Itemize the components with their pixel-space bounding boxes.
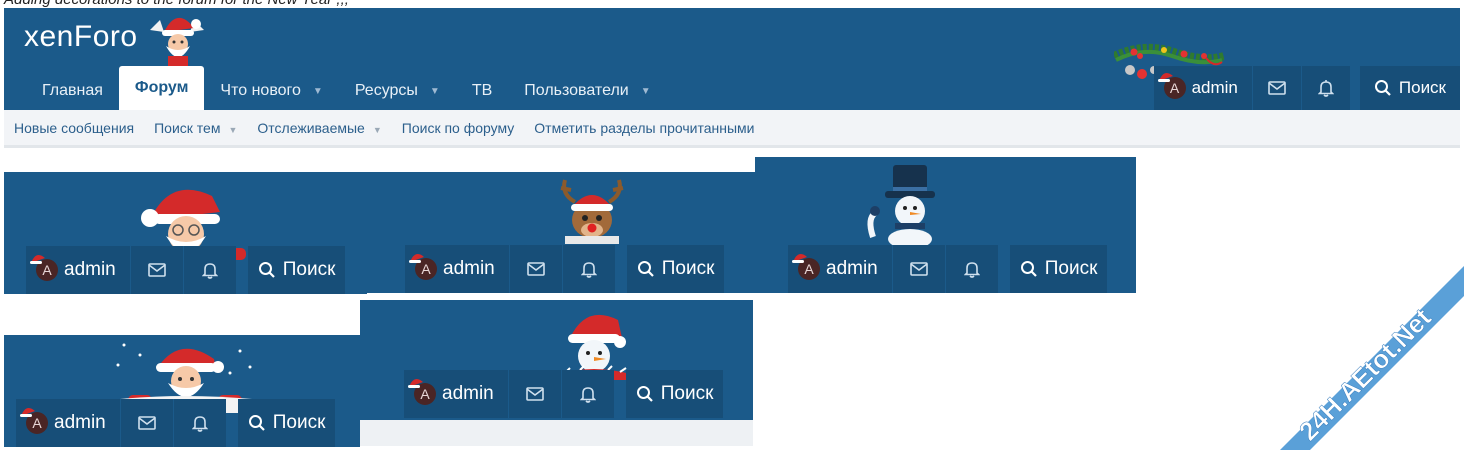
avatar: A <box>30 254 58 281</box>
variant-panel-bottom-strip <box>360 420 753 446</box>
tab-tv[interactable]: ТВ <box>456 72 508 110</box>
bell-icon <box>580 262 597 278</box>
inbox-button[interactable] <box>119 399 173 447</box>
search-icon <box>1020 261 1037 277</box>
santa-hat-icon <box>792 253 807 263</box>
alerts-button[interactable] <box>561 245 615 293</box>
user-menu-button[interactable]: A admin <box>26 246 130 294</box>
subnav-watched[interactable]: Отслеживаемые ▼ <box>257 120 381 136</box>
tab-resources[interactable]: Ресурсы ▼ <box>339 72 456 110</box>
xenforo-logo[interactable]: xenForo <box>24 20 138 54</box>
chevron-down-icon[interactable]: ▼ <box>373 125 382 135</box>
search-button[interactable]: Поиск <box>1359 66 1460 110</box>
reindeer-mascot-icon <box>560 179 624 244</box>
santa-hat-icon <box>409 253 424 263</box>
envelope-icon <box>525 387 544 401</box>
alerts-button[interactable] <box>944 245 998 293</box>
username-label: admin <box>442 383 494 404</box>
inbox-button[interactable] <box>508 245 562 293</box>
santa-hat-icon <box>1157 72 1173 82</box>
search-button[interactable]: Поиск <box>625 370 724 418</box>
envelope-icon <box>526 262 545 276</box>
inbox-button[interactable] <box>1251 66 1301 110</box>
search-icon <box>636 386 653 402</box>
search-button[interactable]: Поиск <box>237 399 336 447</box>
chevron-down-icon[interactable]: ▼ <box>228 125 237 135</box>
santa-hat-icon <box>408 378 423 388</box>
inbox-button[interactable] <box>129 246 183 294</box>
username-label: admin <box>64 259 116 280</box>
subnav-new-posts[interactable]: Новые сообщения <box>14 120 134 136</box>
avatar: A <box>408 378 436 405</box>
avatar: A <box>20 407 48 434</box>
panel-user-bar: A admin Поиск <box>26 246 346 294</box>
santa-logo-icon <box>150 17 204 66</box>
variant-panel-santa-snowflakes: A admin Поиск <box>4 335 360 447</box>
envelope-icon <box>909 262 928 276</box>
chevron-down-icon[interactable]: ▼ <box>430 86 440 97</box>
alerts-button[interactable] <box>172 399 226 447</box>
envelope-icon <box>147 263 166 277</box>
panel-user-bar: A admin Поиск <box>404 370 724 418</box>
user-bar: A admin Поиск <box>1153 66 1460 110</box>
subnav-mark-read[interactable]: Отметить разделы прочитанными <box>534 120 754 136</box>
envelope-icon <box>1268 81 1286 95</box>
username-label: admin <box>443 258 495 279</box>
user-menu-button[interactable]: A admin <box>405 245 509 293</box>
envelope-icon <box>137 416 156 430</box>
santa-hat-icon <box>20 407 35 417</box>
tab-home[interactable]: Главная <box>26 72 119 110</box>
search-icon <box>258 262 275 278</box>
watermark-icon: 24H.AEtot.Net <box>1280 266 1464 450</box>
avatar: A <box>409 253 437 280</box>
inbox-button[interactable] <box>891 245 945 293</box>
alerts-button[interactable] <box>1300 66 1350 110</box>
tab-forum[interactable]: Форум <box>118 66 205 110</box>
bell-icon <box>1317 80 1334 97</box>
main-nav: Главная Форум Что нового ▼ Ресурсы ▼ ТВ По… <box>26 66 667 110</box>
search-button[interactable]: Поиск <box>247 246 346 294</box>
search-icon <box>1374 80 1391 96</box>
watermark-text: 24H.AEtot.Net <box>1293 302 1437 446</box>
avatar: A <box>792 253 820 280</box>
chevron-down-icon[interactable]: ▼ <box>641 86 651 97</box>
search-icon <box>637 261 654 277</box>
panel-user-bar: A admin Поиск <box>405 245 725 293</box>
tab-members[interactable]: Пользователи ▼ <box>508 72 666 110</box>
username-label: admin <box>1191 78 1238 97</box>
alerts-button[interactable] <box>560 370 614 418</box>
caption-text: Adding decorations to the forum for the … <box>4 0 349 8</box>
user-menu-button[interactable]: A admin <box>788 245 892 293</box>
subnav-search-forum[interactable]: Поиск по форуму <box>402 120 515 136</box>
tab-whats-new[interactable]: Что нового ▼ <box>204 72 338 110</box>
inbox-button[interactable] <box>507 370 561 418</box>
avatar: A <box>1157 72 1186 99</box>
search-button[interactable]: Поиск <box>626 245 725 293</box>
variant-panel-snowman-top-hat: A admin Поиск <box>755 157 1136 293</box>
bell-icon <box>191 416 208 432</box>
snowman-mascot-icon <box>867 165 935 245</box>
subnav-search-threads[interactable]: Поиск тем ▼ <box>154 120 237 136</box>
variant-panel-snowman-santa-hat: A admin Поиск <box>360 300 753 420</box>
username-label: admin <box>826 258 878 279</box>
main-header: xenForo Главная Форум Что нового ▼ Ресурс… <box>4 8 1460 110</box>
bell-icon <box>201 263 218 279</box>
panel-user-bar: A admin Поиск <box>788 245 1108 293</box>
variant-panel-santa: A admin Поиск <box>4 172 367 294</box>
user-menu-button[interactable]: A admin <box>404 370 508 418</box>
panel-user-bar: A admin Поиск <box>16 399 336 447</box>
bell-icon <box>963 262 980 278</box>
variant-panel-reindeer: A admin Поиск <box>367 172 755 293</box>
user-menu-button[interactable]: A admin <box>1153 66 1252 110</box>
user-menu-button[interactable]: A admin <box>16 399 120 447</box>
sub-navigation: Новые сообщения Поиск тем ▼ Отслеживаемые… <box>4 110 1460 148</box>
username-label: admin <box>54 412 106 433</box>
bell-icon <box>579 387 596 403</box>
santa-hat-icon <box>30 254 45 264</box>
alerts-button[interactable] <box>182 246 236 294</box>
search-icon <box>248 415 265 431</box>
search-button[interactable]: Поиск <box>1009 245 1108 293</box>
chevron-down-icon[interactable]: ▼ <box>313 86 323 97</box>
